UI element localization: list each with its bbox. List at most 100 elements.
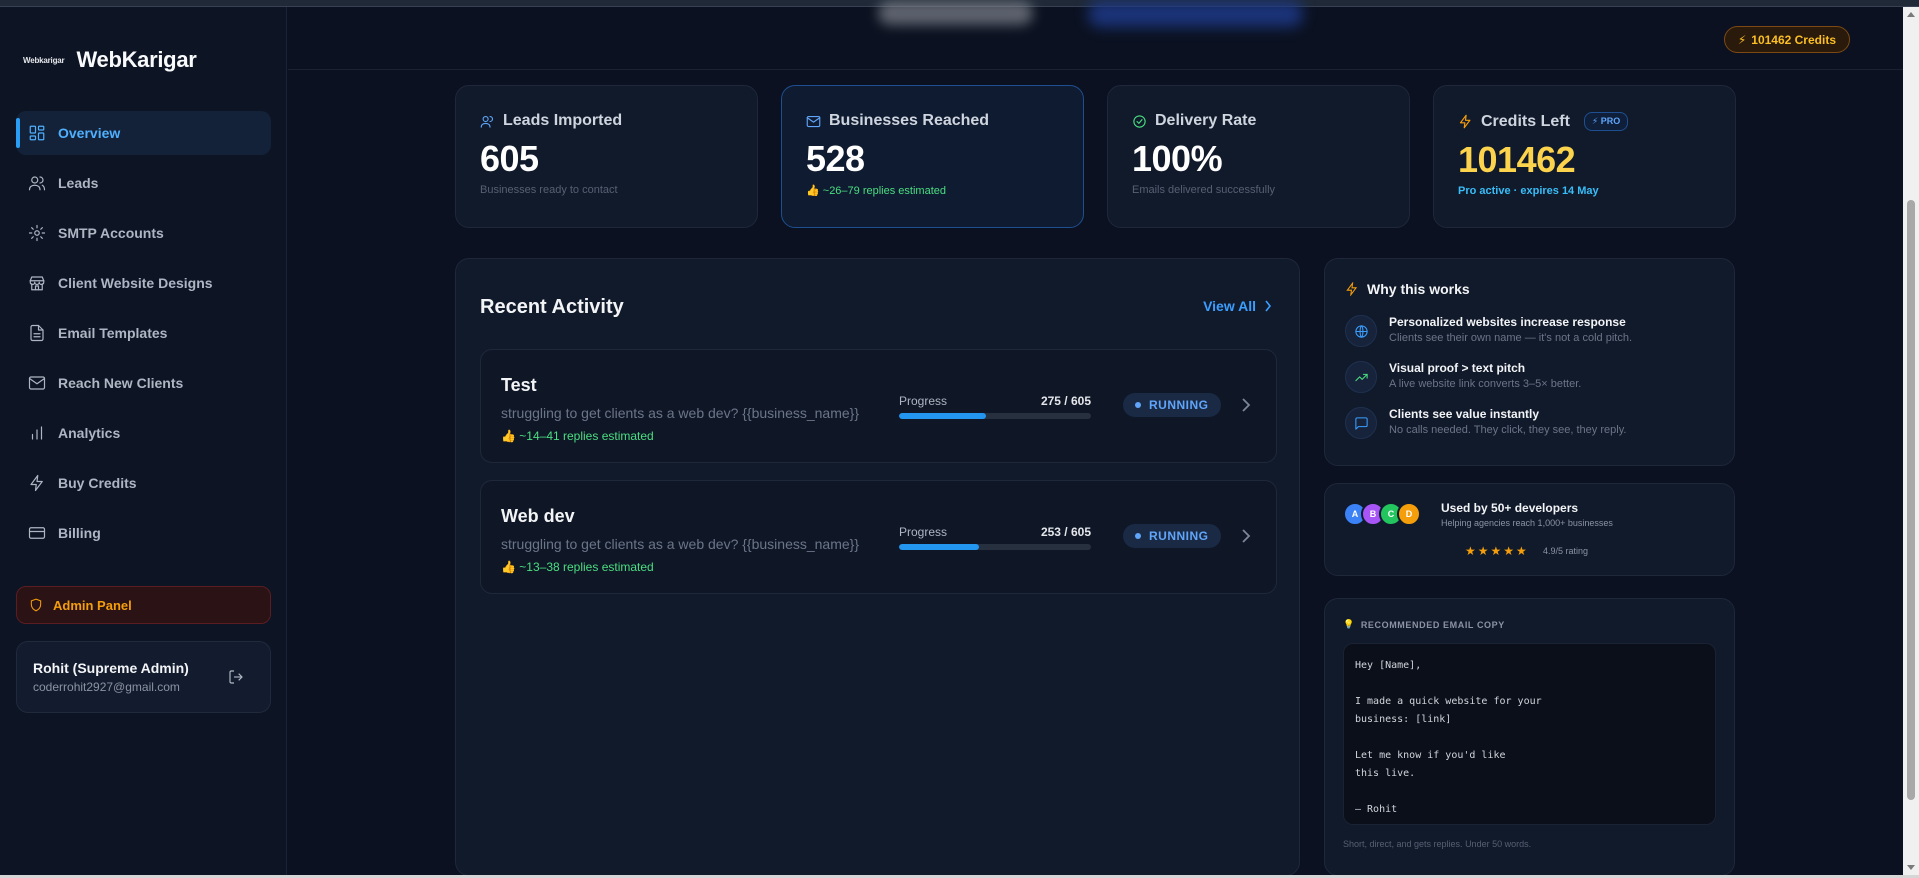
- credits-pill-label: 101462 Credits: [1751, 32, 1836, 47]
- email-line: I made a quick website for your: [1355, 696, 1542, 707]
- scroll-down-arrow[interactable]: [1907, 865, 1915, 870]
- blurred-header-element: [878, 1, 1033, 25]
- recommended-email-panel: 💡 RECOMMENDED EMAIL COPY Hey [Name], I m…: [1324, 598, 1735, 876]
- brand[interactable]: Webkarigar WebKarigar: [23, 47, 197, 73]
- email-copy-box[interactable]: Hey [Name], I made a quick website for y…: [1343, 643, 1716, 825]
- progress-bar: [899, 413, 1091, 419]
- sidebar-item-overview[interactable]: Overview: [16, 111, 271, 155]
- sidebar-item-smtp-accounts[interactable]: SMTP Accounts: [16, 211, 271, 255]
- sidebar-item-label: Client Website Designs: [58, 275, 213, 291]
- chevron-right-icon[interactable]: [1241, 398, 1251, 412]
- email-line: Let me know if you'd like: [1355, 750, 1506, 761]
- stat-card-credits-left: Credits Left ⚡ PRO 101462 Pro active · e…: [1433, 85, 1736, 228]
- progress-fill: [899, 413, 987, 419]
- stat-title: Delivery Rate: [1155, 112, 1257, 129]
- stat-card-businesses-reached: Businesses Reached 528 👍 ~26–79 replies …: [781, 85, 1084, 228]
- stat-title: Businesses Reached: [829, 112, 990, 129]
- why-this-works-panel: Why this works Personalized websites inc…: [1324, 258, 1735, 466]
- campaign-subject: struggling to get clients as a web dev? …: [501, 536, 860, 552]
- user-name: Rohit (Supreme Admin): [33, 660, 189, 676]
- sidebar-item-label: Leads: [58, 175, 99, 191]
- scroll-thumb[interactable]: [1907, 200, 1915, 800]
- check-circle-icon: [1133, 114, 1146, 128]
- brand-name: WebKarigar: [76, 47, 197, 72]
- section-title: Why this works: [1367, 281, 1470, 297]
- mail-icon: [806, 115, 821, 127]
- stat-card-delivery-rate: Delivery Rate 100% Emails delivered succ…: [1107, 85, 1410, 228]
- sidebar-item-client-website-designs[interactable]: Client Website Designs: [16, 261, 271, 305]
- why-item-title: Visual proof > text pitch: [1389, 361, 1526, 375]
- email-line: business: [link]: [1355, 714, 1452, 725]
- thumbs-up-icon: 👍: [501, 429, 516, 443]
- sidebar-item-label: SMTP Accounts: [58, 225, 164, 241]
- progress-label: Progress: [899, 394, 948, 408]
- sidebar-item-reach-new-clients[interactable]: Reach New Clients: [16, 361, 271, 405]
- card-icon: [28, 524, 46, 542]
- sidebar-item-analytics[interactable]: Analytics: [16, 411, 271, 455]
- logout-icon[interactable]: [228, 669, 244, 685]
- document-icon: [28, 324, 46, 342]
- status-badge: RUNNING: [1123, 524, 1221, 548]
- sidebar-item-buy-credits[interactable]: Buy Credits: [16, 461, 271, 505]
- main-content: ⚡ 101462 Credits Leads Imported 605 Busi…: [288, 1, 1903, 876]
- why-item-title: Personalized websites increase response: [1389, 315, 1626, 329]
- progress-count: 253 / 605: [1040, 525, 1091, 539]
- social-proof-panel: A B C D Used by 50+ developers Helping a…: [1324, 483, 1735, 576]
- email-line: [1355, 675, 1704, 693]
- sidebar-item-label: Email Templates: [58, 325, 168, 341]
- users-icon: [480, 115, 494, 128]
- blurred-header-button: [1088, 1, 1303, 27]
- chat-icon: [1345, 407, 1377, 439]
- sidebar-item-label: Buy Credits: [58, 475, 137, 491]
- user-card: Rohit (Supreme Admin) coderrohit2927@gma…: [16, 641, 271, 713]
- bolt-icon: [1459, 114, 1471, 129]
- star-rating-icon: ★★★★★: [1465, 544, 1529, 558]
- user-email: coderrohit2927@gmail.com: [33, 680, 180, 694]
- progress-bar: [899, 544, 1091, 550]
- stat-subtitle: Emails delivered successfully: [1132, 184, 1276, 196]
- thumbs-up-icon: 👍: [501, 560, 516, 574]
- bolt-icon: [1346, 282, 1358, 296]
- campaign-subject: struggling to get clients as a web dev? …: [501, 405, 860, 421]
- sidebar-item-email-templates[interactable]: Email Templates: [16, 311, 271, 355]
- section-title: RECOMMENDED EMAIL COPY: [1360, 619, 1505, 630]
- store-icon: [28, 274, 46, 292]
- replies-estimate: ~14–41 replies estimated: [519, 429, 654, 443]
- lightbulb-icon: 💡: [1343, 619, 1355, 629]
- replies-estimate: ~13–38 replies estimated: [519, 560, 654, 574]
- status-dot: [1135, 533, 1141, 539]
- stat-subtitle: Pro active · expires 14 May: [1458, 185, 1599, 197]
- recent-activity-panel: Recent Activity View All Test struggling…: [455, 258, 1300, 876]
- avatar-group: A B C D: [1343, 502, 1421, 526]
- pro-badge: ⚡ PRO: [1583, 112, 1629, 131]
- email-line: this live.: [1355, 768, 1416, 779]
- sidebar-item-billing[interactable]: Billing: [16, 511, 271, 555]
- stat-value: 528: [806, 138, 865, 179]
- why-item-title: Clients see value instantly: [1389, 407, 1540, 421]
- email-line: [1355, 783, 1704, 801]
- page-scrollbar[interactable]: [1903, 7, 1919, 875]
- sidebar: Webkarigar WebKarigar Overview Leads SMT…: [0, 7, 287, 875]
- progress-fill: [899, 544, 980, 550]
- grid-icon: [28, 124, 46, 142]
- credits-pill[interactable]: ⚡ 101462 Credits: [1723, 26, 1850, 53]
- bolt-icon: ⚡: [1737, 32, 1747, 47]
- stat-title: Credits Left: [1481, 112, 1570, 130]
- top-header: ⚡ 101462 Credits: [288, 1, 1903, 70]
- stat-value: 605: [480, 138, 539, 179]
- social-proof-title: Used by 50+ developers: [1441, 501, 1579, 515]
- campaign-card[interactable]: Test struggling to get clients as a web …: [480, 349, 1277, 463]
- view-all-link[interactable]: View All: [1203, 298, 1272, 314]
- sidebar-item-leads[interactable]: Leads: [16, 161, 271, 205]
- admin-panel-button[interactable]: Admin Panel: [16, 586, 271, 624]
- bolt-icon: [28, 474, 46, 492]
- why-item-desc: No calls needed. They click, they see, t…: [1389, 424, 1627, 436]
- sidebar-item-label: Overview: [58, 125, 121, 141]
- mail-icon: [28, 374, 46, 392]
- scroll-up-arrow[interactable]: [1907, 12, 1915, 17]
- campaign-card[interactable]: Web dev struggling to get clients as a w…: [480, 480, 1277, 594]
- sidebar-nav: Overview Leads SMTP Accounts Client Webs…: [16, 111, 271, 561]
- social-proof-desc: Helping agencies reach 1,000+ businesses: [1441, 518, 1613, 528]
- email-line: Hey [Name],: [1355, 660, 1422, 671]
- chevron-right-icon[interactable]: [1241, 529, 1251, 543]
